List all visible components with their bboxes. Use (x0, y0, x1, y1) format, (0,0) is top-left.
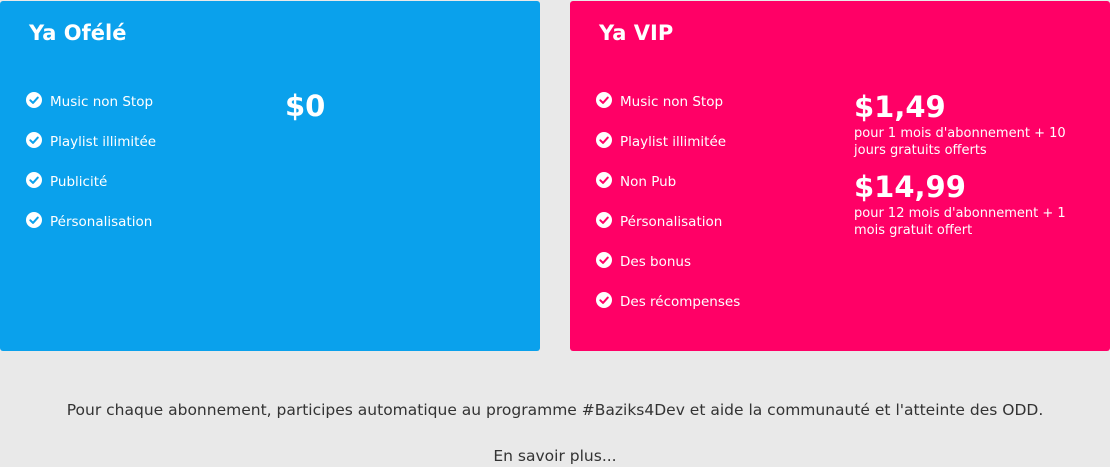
feature-label: Des récompenses (620, 294, 741, 310)
feature-label: Pérsonalisation (50, 214, 153, 230)
feature-label: Des bonus (620, 254, 692, 270)
check-circle-icon (596, 292, 612, 308)
feature-label: Playlist illimitée (620, 134, 727, 150)
feature-label: Music non Stop (620, 94, 724, 110)
feature-label: Non Pub (620, 174, 677, 190)
check-circle-icon (596, 92, 612, 108)
check-circle-icon (596, 252, 612, 268)
feature-item: Playlist illimitée (596, 132, 740, 172)
feature-item: Playlist illimitée (26, 132, 156, 172)
subscription-info-text: Pour chaque abonnement, participes autom… (66, 401, 1044, 419)
feature-item: Des bonus (596, 252, 740, 292)
price-description: pour 1 mois d'abonnement + 10 jours grat… (854, 126, 1066, 158)
plan-title: Ya Ofélé (29, 21, 127, 45)
feature-label: Pérsonalisation (620, 214, 723, 230)
price-amount: $14,99 (854, 170, 966, 204)
check-circle-icon (596, 212, 612, 228)
feature-label: Music non Stop (50, 94, 154, 110)
feature-list: Music non Stop Playlist illimitée Public… (26, 92, 156, 252)
feature-item: Pérsonalisation (26, 212, 156, 252)
plan-title: Ya VIP (599, 21, 674, 45)
check-circle-icon (26, 212, 42, 228)
feature-list: Music non Stop Playlist illimitée Non Pu… (596, 92, 740, 332)
feature-label: Publicité (50, 174, 108, 190)
feature-item: Music non Stop (26, 92, 156, 132)
feature-item: Publicité (26, 172, 156, 212)
feature-label: Playlist illimitée (50, 134, 157, 150)
check-circle-icon (26, 92, 42, 108)
plan-card-vip[interactable]: Ya VIP Music non Stop Playlist illimitée… (570, 1, 1110, 351)
price-amount: $1,49 (854, 90, 946, 124)
feature-item: Music non Stop (596, 92, 740, 132)
price-description: pour 12 mois d'abonnement + 1 mois gratu… (854, 206, 1066, 238)
check-circle-icon (596, 172, 612, 188)
check-circle-icon (26, 132, 42, 148)
feature-item: Pérsonalisation (596, 212, 740, 252)
check-circle-icon (596, 132, 612, 148)
price-amount: $0 (285, 89, 326, 123)
price-list: $1,49 pour 1 mois d'abonnement + 10 jour… (854, 89, 1084, 249)
feature-item: Des récompenses (596, 292, 740, 332)
feature-item: Non Pub (596, 172, 740, 212)
check-circle-icon (26, 172, 42, 188)
plan-card-free[interactable]: Ya Ofélé Music non Stop Playlist illimit… (0, 1, 540, 351)
learn-more-link[interactable]: En savoir plus... (0, 447, 1110, 465)
